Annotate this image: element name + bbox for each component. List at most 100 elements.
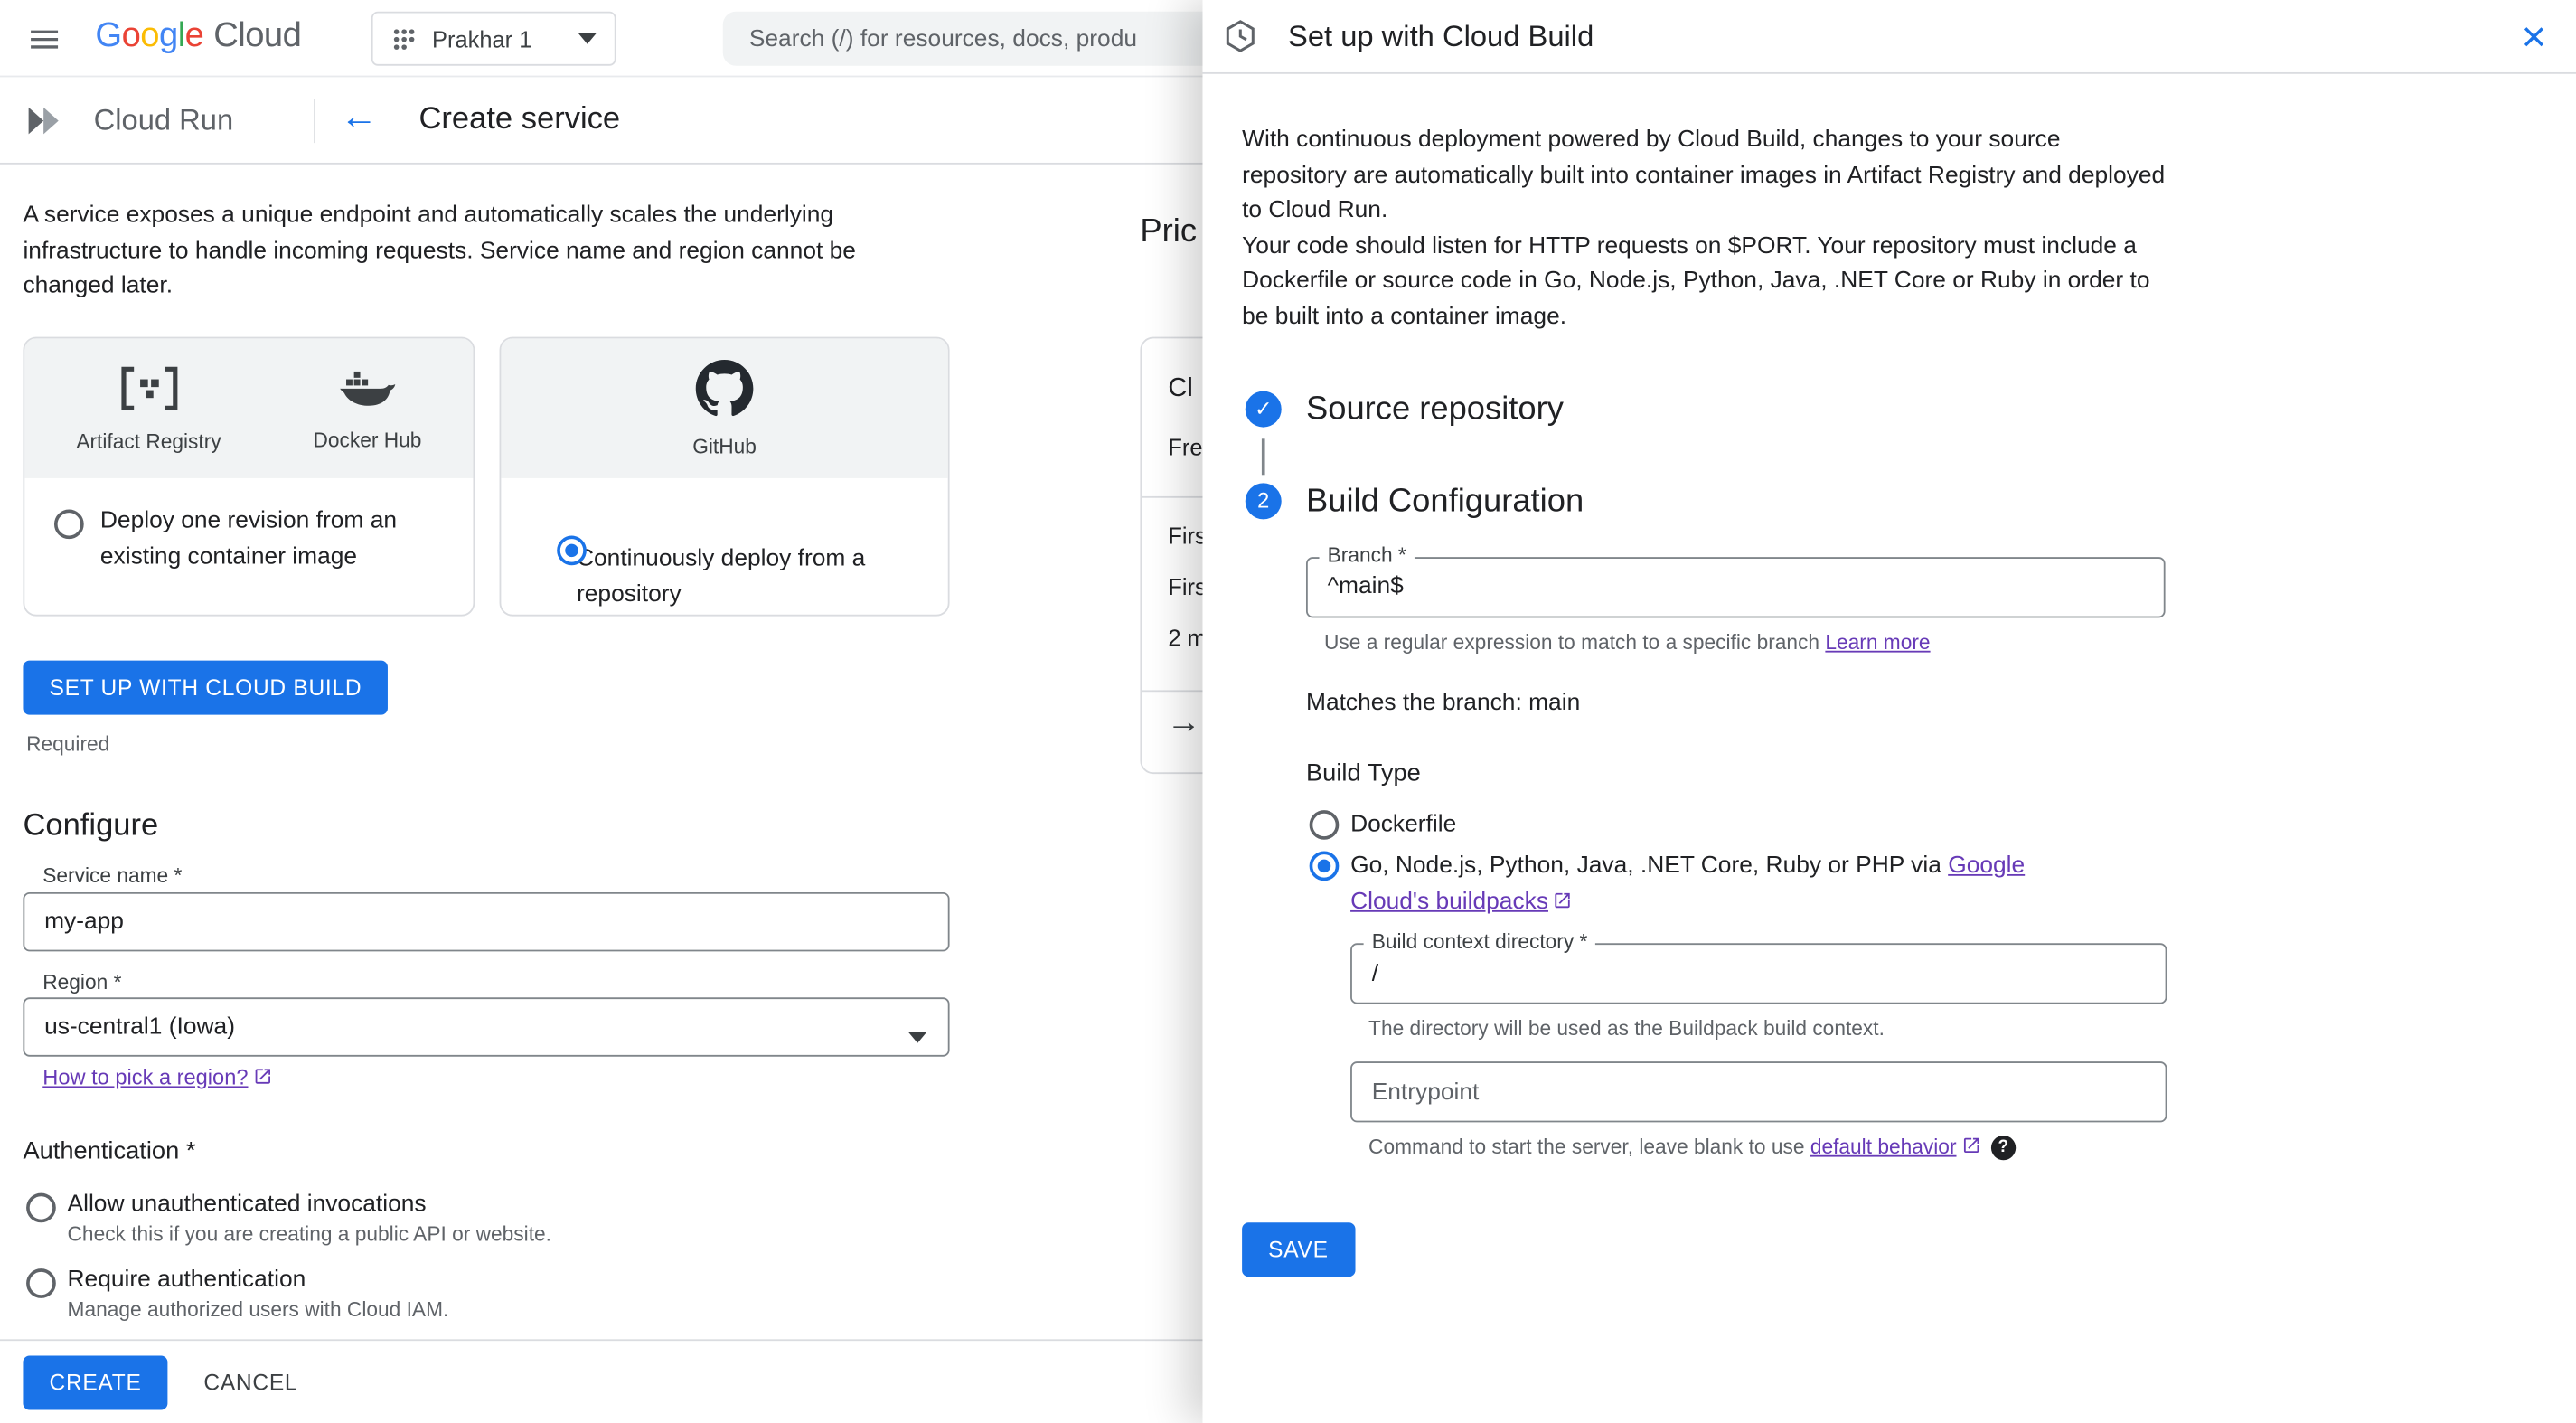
service-name-label: Service name *: [42, 864, 183, 888]
cloud-build-icon: [1222, 18, 1258, 54]
radio-buildpacks[interactable]: [1309, 851, 1340, 881]
deploy-existing-label[interactable]: Deploy one revision from an existing con…: [100, 504, 450, 575]
how-to-pick-region-link[interactable]: How to pick a region?: [42, 1065, 272, 1089]
continuous-deploy-label[interactable]: Continuously deploy from a repository: [577, 542, 925, 613]
radio-deploy-existing[interactable]: [53, 509, 84, 540]
create-button[interactable]: CREATE: [23, 1355, 168, 1410]
radio-allow-unauthenticated[interactable]: [26, 1192, 56, 1223]
product-name[interactable]: Cloud Run: [94, 104, 234, 138]
entrypoint-helper: Command to start the server, leave blank…: [1368, 1134, 2576, 1160]
project-selector[interactable]: Prakhar 1: [371, 11, 616, 66]
region-value: us-central1 (Iowa): [44, 1013, 236, 1041]
configure-heading: Configure: [23, 808, 159, 843]
page-title: Create service: [418, 101, 621, 137]
divider: [314, 99, 315, 144]
close-icon[interactable]: ×: [2522, 14, 2547, 57]
entrypoint-helper-text: Command to start the server, leave blank…: [1368, 1136, 1805, 1159]
google-cloud-logo[interactable]: Google Cloud: [95, 16, 301, 56]
step2-title: Build Configuration: [1305, 482, 1584, 519]
docker-hub-option: Docker Hub: [313, 365, 421, 451]
github-icon: [695, 359, 754, 425]
github-label: GitHub: [692, 434, 757, 458]
panel-intro-2: Your code should listen for HTTP request…: [1242, 232, 2150, 331]
allow-unauthenticated-description: Check this if you are creating a public …: [67, 1222, 551, 1246]
service-description: A service exposes a unique endpoint and …: [23, 202, 856, 299]
deploy-existing-image-card: Artifact Registry Docker Hub Deploy one …: [23, 336, 475, 617]
build-type-buildpacks-option: Go, Node.js, Python, Java, .NET Core, Ru…: [1309, 850, 2049, 920]
learn-more-link[interactable]: Learn more: [1825, 630, 1930, 653]
allow-unauthenticated-label[interactable]: Allow unauthenticated invocations: [68, 1192, 783, 1218]
branch-helper: Use a regular expression to match to a s…: [1324, 628, 2576, 655]
region-help-link-row: How to pick a region?: [42, 1065, 272, 1089]
radio-require-authentication[interactable]: [26, 1268, 56, 1298]
repo-icons-area: GitHub: [501, 338, 948, 478]
registry-icons-area: Artifact Registry Docker Hub: [24, 338, 474, 478]
project-icon: [391, 25, 418, 52]
require-authentication-label[interactable]: Require authentication: [68, 1267, 783, 1293]
external-link-icon: [1556, 892, 1571, 908]
buildpacks-option-text: Go, Node.js, Python, Java, .NET Core, Ru…: [1350, 853, 1949, 880]
back-arrow-icon[interactable]: ←: [340, 94, 378, 138]
region-caret-icon: [908, 1023, 927, 1050]
radio-continuous-deploy[interactable]: [557, 535, 587, 566]
entrypoint-field: [1350, 1061, 2167, 1123]
project-name: Prakhar 1: [432, 25, 532, 52]
artifact-registry-icon: [119, 364, 178, 420]
docker-hub-icon: [338, 365, 397, 418]
require-authentication-description: Manage authorized users with Cloud IAM.: [67, 1297, 449, 1322]
pricing-row-3: Firs: [1168, 522, 1207, 550]
pricing-row-5: 2 m: [1168, 624, 1207, 651]
dockerfile-label[interactable]: Dockerfile: [1350, 811, 1456, 837]
authentication-heading: Authentication *: [23, 1136, 196, 1165]
cloud-run-icon: [23, 102, 63, 140]
panel-header: Set up with Cloud Build ×: [1202, 0, 2576, 74]
auth-option-unauthenticated: Allow unauthenticated invocations Check …: [26, 1192, 782, 1246]
deploy-existing-image-choice: Deploy one revision from an existing con…: [24, 478, 473, 575]
step2-number-badge: 2: [1245, 482, 1282, 519]
step-build-configuration: 2 Build Configuration: [1242, 477, 2576, 523]
service-name-field: [23, 891, 950, 952]
build-type-dockerfile-option: Dockerfile: [1309, 807, 2049, 843]
region-link-text: How to pick a region?: [42, 1064, 249, 1090]
external-link-icon: [1963, 1137, 1979, 1154]
pricing-forward-arrow-icon[interactable]: →: [1166, 703, 1200, 743]
step-complete-check-icon: ✓: [1245, 390, 1282, 427]
github-option: GitHub: [692, 359, 757, 457]
required-label: Required: [26, 732, 110, 757]
service-name-input[interactable]: [24, 893, 948, 950]
build-context-input[interactable]: [1351, 945, 2166, 1003]
cancel-button[interactable]: CANCEL: [203, 1356, 297, 1410]
docker-hub-label: Docker Hub: [313, 428, 422, 451]
build-type-label: Build Type: [1305, 758, 1421, 787]
build-context-field: Build context directory *: [1350, 929, 2167, 1004]
save-button[interactable]: SAVE: [1242, 1222, 1355, 1277]
default-behavior-link[interactable]: default behavior: [1810, 1134, 1981, 1160]
region-select[interactable]: us-central1 (Iowa): [23, 997, 950, 1057]
step-connector: [1261, 438, 1265, 475]
artifact-registry-option: Artifact Registry: [76, 364, 221, 453]
cloud-build-panel: Set up with Cloud Build × With continuou…: [1202, 0, 2576, 1423]
pricing-row-2: Fre: [1168, 433, 1203, 460]
branch-helper-text: Use a regular expression to match to a s…: [1323, 630, 1826, 654]
branch-input[interactable]: [1307, 558, 2164, 616]
step-source-repository[interactable]: ✓ Source repository: [1242, 385, 2576, 431]
pricing-heading: Pric: [1140, 213, 1198, 250]
screen: Google Cloud Prakhar 1 Cloud Run ←: [0, 0, 2576, 1423]
setup-cloud-build-button[interactable]: SET UP WITH CLOUD BUILD: [23, 660, 389, 715]
branch-field: Branch *: [1305, 542, 2166, 617]
matches-branch-text: Matches the branch: main: [1305, 689, 1581, 716]
continuous-deploy-choice: Continuously deploy from a repository: [501, 478, 947, 613]
help-icon[interactable]: ?: [1990, 1135, 2016, 1160]
external-link-icon: [255, 1069, 271, 1084]
panel-title: Set up with Cloud Build: [1287, 18, 1594, 52]
cloud-wordmark: Cloud: [213, 16, 302, 54]
panel-body: With continuous deployment powered by Cl…: [1202, 74, 2576, 1277]
google-logo-wordmark: Google: [95, 16, 204, 54]
pricing-row-4: Firs: [1168, 573, 1207, 600]
default-behavior-link-text: default behavior: [1810, 1136, 1957, 1159]
menu-icon[interactable]: [24, 20, 64, 60]
artifact-registry-label: Artifact Registry: [76, 429, 221, 453]
radio-dockerfile[interactable]: [1309, 809, 1340, 839]
panel-intro-1: With continuous deployment powered by Cl…: [1242, 126, 2166, 224]
entrypoint-input[interactable]: [1351, 1063, 2166, 1121]
